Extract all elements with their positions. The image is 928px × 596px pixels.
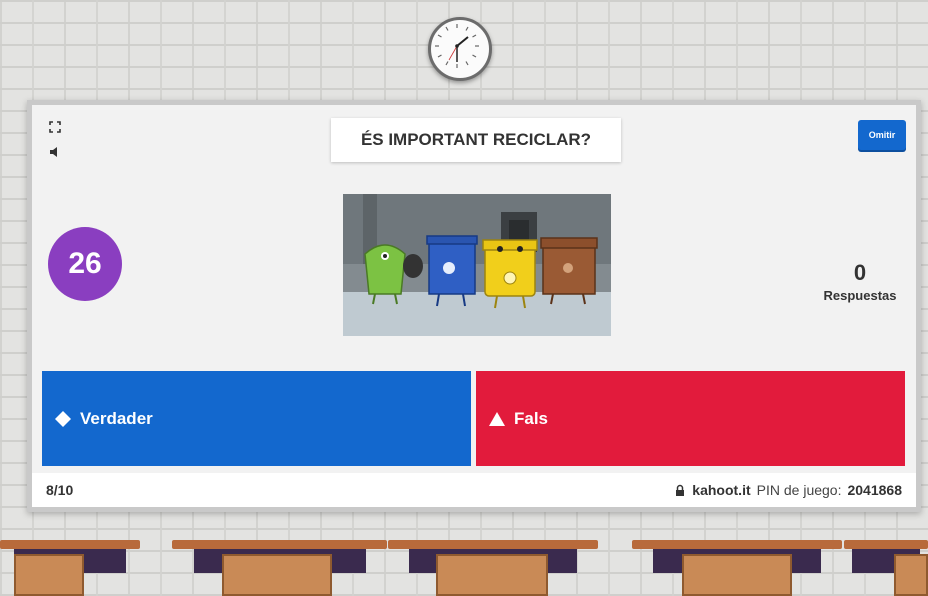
expand-icon[interactable] (47, 120, 63, 136)
answer-label: Fals (514, 408, 549, 428)
classroom-desk (632, 540, 842, 596)
countdown-timer: 26 (48, 227, 122, 301)
wall-clock (428, 17, 492, 81)
diamond-icon (55, 410, 71, 427)
question-image (343, 194, 611, 336)
classroom-desk (172, 540, 387, 596)
triangle-icon (489, 411, 505, 426)
join-info: kahoot.it PIN de juego: 2041868 (674, 482, 902, 498)
speaker-icon[interactable] (47, 145, 63, 161)
classroom-desk (844, 540, 928, 596)
skip-button[interactable]: Omitir (858, 120, 906, 150)
kahoot-game-screen: ÉS IMPORTANT RECICLAR? Omitir 26 0 Respu… (27, 100, 921, 512)
answer-option-2[interactable]: Fals (476, 371, 905, 466)
game-footer: 8/10 kahoot.it PIN de juego: 2041868 (32, 473, 916, 507)
question-title: ÉS IMPORTANT RECICLAR? (331, 118, 621, 162)
question-progress: 8/10 (46, 482, 74, 498)
answer-label: Verdader (80, 408, 153, 428)
lock-icon (676, 484, 685, 496)
question-text: ÉS IMPORTANT RECICLAR? (360, 130, 592, 149)
timer-value: 26 (68, 247, 102, 280)
answers-count-value: 0 (853, 260, 867, 285)
pin-label: PIN de juego: (756, 482, 842, 498)
game-pin: 2041868 (847, 482, 902, 498)
site-name: kahoot.it (692, 482, 751, 498)
answers-counter: 0 Respuestas (812, 260, 908, 303)
classroom-desk (0, 540, 140, 596)
answer-option-1[interactable]: Verdader (42, 371, 471, 466)
classroom-desk (388, 540, 598, 596)
answers-count-label: Respuestas (823, 288, 897, 303)
